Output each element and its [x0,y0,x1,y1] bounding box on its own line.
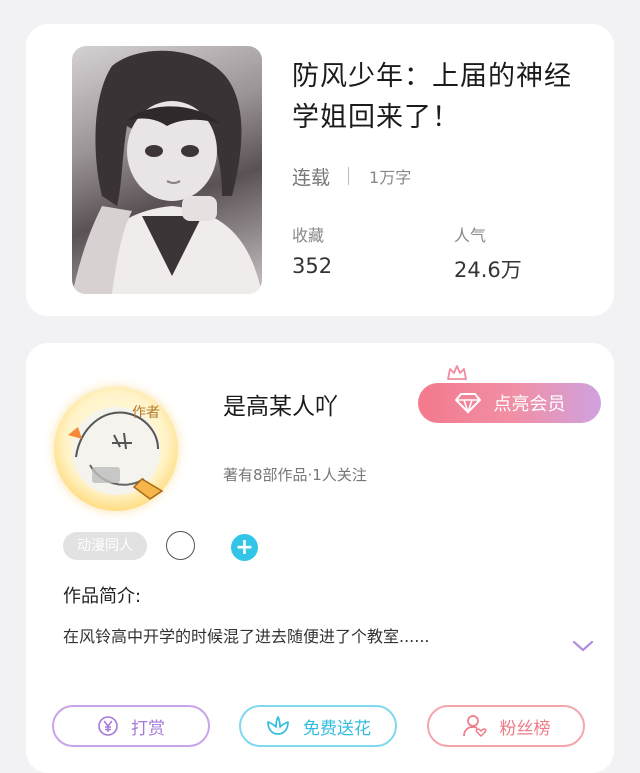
fans-ranking-button[interactable]: 粉丝榜 [427,705,585,747]
reward-button[interactable]: 打赏 [52,705,210,747]
word-count: 1万字 [369,168,412,187]
author-name[interactable]: 是高某人吖 [223,387,338,421]
chevron-down-icon[interactable] [572,639,594,653]
crown-icon [447,365,467,380]
plus-icon: + [235,534,254,560]
popularity-value: 24.6万 [454,258,522,282]
author-card: 作者 是高某人吖 著有8部作品·1人关注 点亮会员 动漫同人 + 作品简介: 在… [26,343,614,773]
author-avatar[interactable]: 作者 [54,387,178,511]
book-meta: 连载 1万字 [292,163,411,189]
fans-label: 粉丝榜 [499,718,551,739]
popularity-label: 人气 [454,226,487,245]
send-flower-button[interactable]: 免费送花 [239,705,397,747]
intro-title: 作品简介: [63,586,142,607]
favorites-value: 352 [292,254,333,278]
vip-button-label: 点亮会员 [493,394,566,415]
category-tag[interactable]: 动漫同人 [63,532,147,560]
avatar-illustration: 作者 [68,405,164,500]
meta-divider [348,167,350,185]
book-title: 防风少年：上届的神经学姐回来了！ [292,61,572,133]
add-tag-button[interactable]: + [231,534,258,561]
reward-label: 打赏 [131,718,165,739]
vip-button[interactable]: 点亮会员 [418,383,601,423]
user-heart-icon [462,715,486,738]
author-stats: 著有8部作品·1人关注 [223,466,367,484]
cover-illustration [72,50,262,294]
serial-status: 连载 [292,166,331,189]
book-cover-image[interactable] [72,46,262,294]
favorites-label: 收藏 [292,226,325,245]
yen-coin-icon [98,716,118,736]
diamond-icon [454,393,481,414]
avatar-badge: 作者 [132,405,160,421]
intro-text: 在风铃高中开学的时候混了进去随便进了个教室...... [63,627,430,646]
book-info-card: 防风少年：上届的神经学姐回来了！ 连载 1万字 收藏 352 人气 24.6万 [26,24,614,316]
flower-icon [267,716,289,735]
empty-circle-icon[interactable] [166,531,195,560]
flower-label: 免费送花 [303,718,371,739]
